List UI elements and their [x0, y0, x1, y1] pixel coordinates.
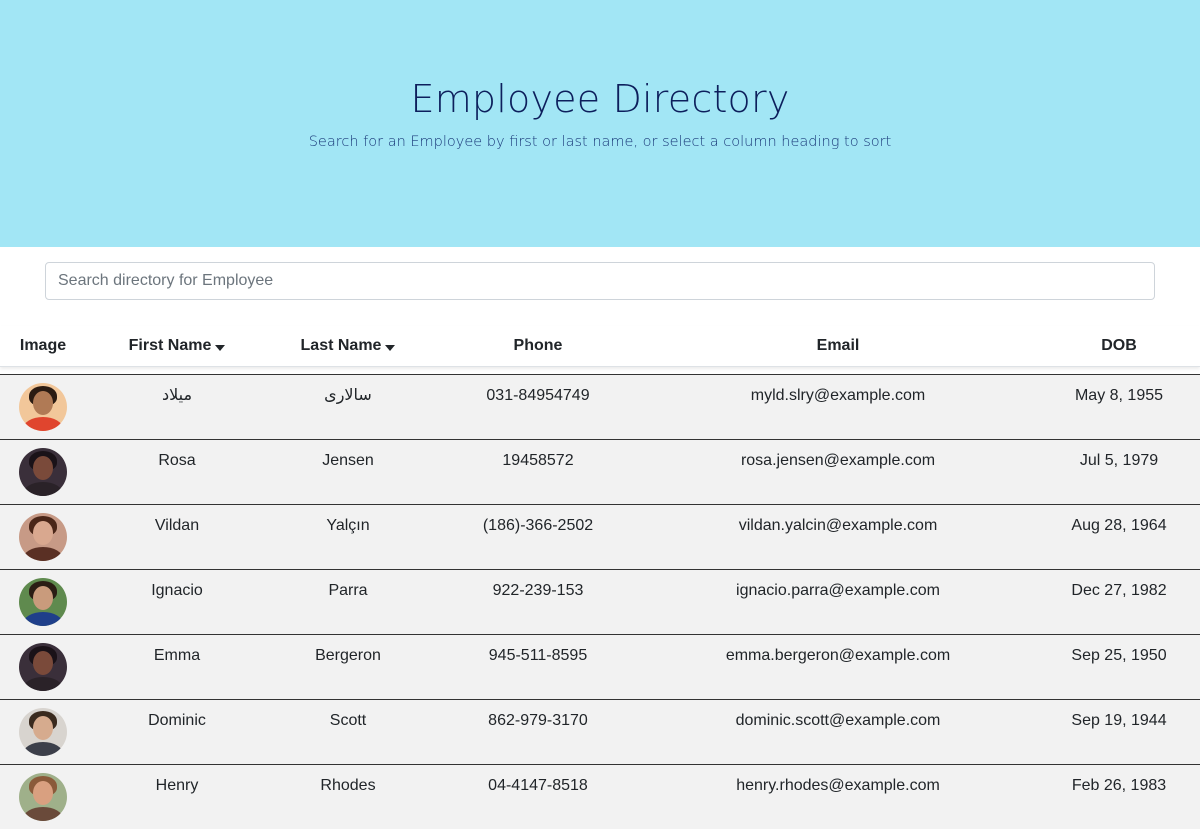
- column-header-phone: Phone: [438, 326, 638, 366]
- cell-phone: (186)-366-2502: [482, 517, 594, 534]
- table-row: Henry Rhodes 04-4147-8518 henry.rhodes@e…: [0, 764, 1200, 829]
- cell-email: ignacio.parra@example.com: [736, 582, 940, 599]
- column-header-dob: DOB: [1038, 326, 1200, 366]
- cell-phone: 19458572: [502, 452, 574, 469]
- cell-first-name: میلاد: [161, 387, 193, 404]
- search-bar: [45, 262, 1155, 300]
- cell-email: vildan.yalcin@example.com: [738, 517, 938, 534]
- table-row: Dominic Scott 862-979-3170 dominic.scott…: [0, 699, 1200, 764]
- cell-phone: 945-511-8595: [488, 647, 588, 664]
- employee-avatar: [19, 578, 67, 626]
- cell-last-name: Jensen: [322, 452, 374, 469]
- cell-last-name: Yalçın: [326, 517, 370, 534]
- cell-last-name: سالاری: [324, 387, 372, 404]
- page-title: Employee Directory: [410, 77, 790, 121]
- cell-first-name: Ignacio: [151, 582, 203, 599]
- table-row: Rosa Jensen 19458572 rosa.jensen@example…: [0, 439, 1200, 504]
- employee-avatar: [19, 383, 67, 431]
- cell-first-name: Emma: [153, 647, 201, 664]
- cell-dob: Sep 25, 1950: [1071, 647, 1167, 664]
- cell-dob: May 8, 1955: [1074, 387, 1164, 404]
- table-row: میلاد سالاری 031-84954749 myld.slry@exam…: [0, 374, 1200, 439]
- employee-avatar: [19, 448, 67, 496]
- cell-phone: 922-239-153: [492, 582, 584, 599]
- cell-phone: 04-4147-8518: [488, 777, 588, 794]
- search-input[interactable]: [45, 262, 1155, 300]
- cell-first-name: Vildan: [154, 517, 200, 534]
- cell-dob: Aug 28, 1964: [1071, 517, 1167, 534]
- cell-email: emma.bergeron@example.com: [725, 647, 951, 664]
- column-header-email: Email: [648, 326, 1028, 366]
- employee-avatar: [19, 773, 67, 821]
- cell-last-name: Bergeron: [315, 647, 381, 664]
- table-body: میلاد سالاری 031-84954749 myld.slry@exam…: [0, 374, 1200, 829]
- cell-phone: 862-979-3170: [488, 712, 588, 729]
- sort-caret-icon: [385, 345, 396, 351]
- table-row: Emma Bergeron 945-511-8595 emma.bergeron…: [0, 634, 1200, 699]
- sort-caret-icon: [215, 345, 226, 351]
- employee-avatar: [19, 513, 67, 561]
- cell-last-name: Parra: [328, 582, 368, 599]
- table-header: Image First Name Last Name Phone Email D…: [0, 326, 1200, 367]
- column-header-last-name[interactable]: Last Name: [268, 326, 428, 366]
- cell-dob: Jul 5, 1979: [1079, 452, 1159, 469]
- cell-last-name: Scott: [329, 712, 367, 729]
- column-header-email-label: Email: [816, 337, 860, 354]
- column-header-image: Image: [0, 326, 86, 366]
- cell-email: rosa.jensen@example.com: [740, 452, 936, 469]
- cell-last-name: Rhodes: [320, 777, 376, 794]
- cell-email: henry.rhodes@example.com: [736, 777, 940, 794]
- table-row: Vildan Yalçın (186)-366-2502 vildan.yalc…: [0, 504, 1200, 569]
- column-header-last-name-label: Last Name: [300, 337, 382, 354]
- cell-first-name: Dominic: [148, 712, 206, 729]
- cell-email: dominic.scott@example.com: [735, 712, 941, 729]
- cell-dob: Feb 26, 1983: [1071, 777, 1167, 794]
- column-header-dob-label: DOB: [1101, 337, 1137, 354]
- cell-first-name: Henry: [155, 777, 199, 794]
- cell-email: myld.slry@example.com: [750, 387, 926, 404]
- employee-avatar: [19, 708, 67, 756]
- column-header-first-name-label: First Name: [128, 337, 212, 354]
- employee-avatar: [19, 643, 67, 691]
- cell-dob: Sep 19, 1944: [1071, 712, 1167, 729]
- page-subtitle: Search for an Employee by first or last …: [308, 134, 892, 150]
- page-header: Employee Directory Search for an Employe…: [0, 0, 1200, 247]
- column-header-phone-label: Phone: [513, 337, 563, 354]
- table-row: Ignacio Parra 922-239-153 ignacio.parra@…: [0, 569, 1200, 634]
- cell-first-name: Rosa: [158, 452, 196, 469]
- column-header-image-label: Image: [19, 337, 67, 354]
- column-header-first-name[interactable]: First Name: [97, 326, 257, 366]
- cell-phone: 031-84954749: [486, 387, 590, 404]
- employee-table: Image First Name Last Name Phone Email D…: [0, 326, 1200, 829]
- cell-dob: Dec 27, 1982: [1071, 582, 1167, 599]
